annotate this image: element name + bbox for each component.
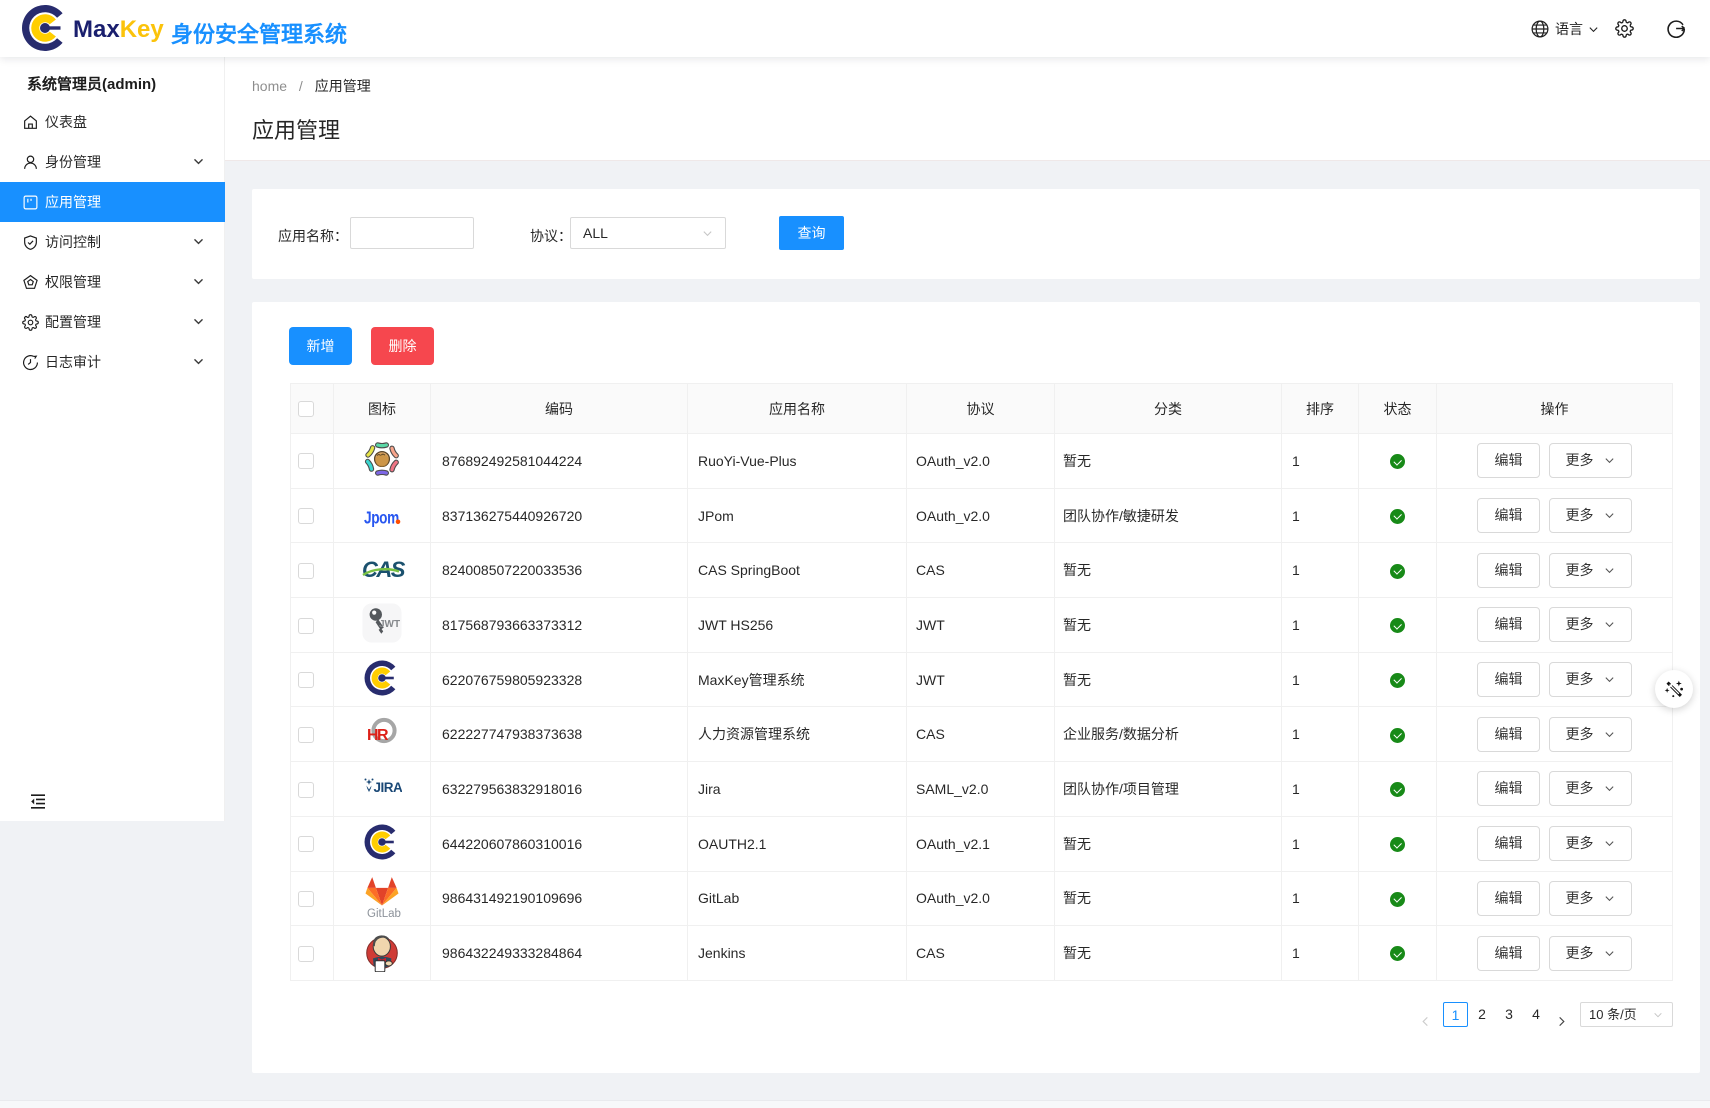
svg-text:JWT: JWT: [379, 619, 400, 630]
svg-text:JIRA: JIRA: [374, 780, 403, 795]
svg-text:GitLab: GitLab: [367, 908, 401, 919]
svg-text:Jpom: Jpom: [364, 509, 399, 528]
svg-text:HR: HR: [367, 727, 389, 744]
